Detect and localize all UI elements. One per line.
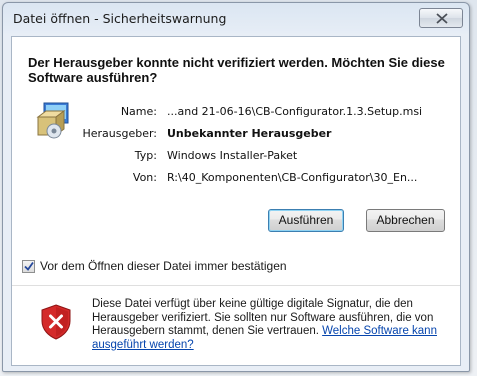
detail-value: R:\40_Komponenten\CB-Configurator\30_En.… <box>167 171 418 184</box>
detail-label: Herausgeber: <box>82 127 157 140</box>
detail-label: Typ: <box>134 149 157 162</box>
warning-headline: Der Herausgeber konnte nicht verifiziert… <box>28 55 445 85</box>
window-title: Datei öffnen - Sicherheitswarnung <box>13 11 227 26</box>
dialog-body: Der Herausgeber konnte nicht verifiziert… <box>11 36 461 366</box>
signature-warning-panel: Diese Datei verfügt über keine gültige d… <box>12 286 460 365</box>
title-bar[interactable]: Datei öffnen - Sicherheitswarnung <box>3 3 469 37</box>
detail-label: Name: <box>120 105 157 118</box>
always-confirm-label: Vor dem Öffnen dieser Datei immer bestät… <box>40 259 287 273</box>
signature-warning-text: Diese Datei verfügt über keine gültige d… <box>92 298 444 352</box>
detail-value: ...and 21-06-16\CB-Configurator.1.3.Setu… <box>167 105 423 118</box>
security-warning-dialog: Datei öffnen - Sicherheitswarnung Der He… <box>2 2 470 372</box>
always-confirm-checkbox[interactable] <box>22 260 35 273</box>
detail-value: Unbekannter Herausgeber <box>167 127 332 140</box>
security-shield-error-icon <box>41 304 71 340</box>
detail-value: Windows Installer-Paket <box>167 149 298 162</box>
detail-label: Von: <box>132 171 157 184</box>
run-button[interactable]: Ausführen <box>268 209 344 232</box>
close-button[interactable] <box>419 8 463 28</box>
checkmark-icon <box>24 261 34 271</box>
cancel-button[interactable]: Abbrechen <box>366 209 445 232</box>
close-icon <box>436 13 448 24</box>
details-panel: Der Herausgeber konnte nicht verifiziert… <box>12 37 460 285</box>
